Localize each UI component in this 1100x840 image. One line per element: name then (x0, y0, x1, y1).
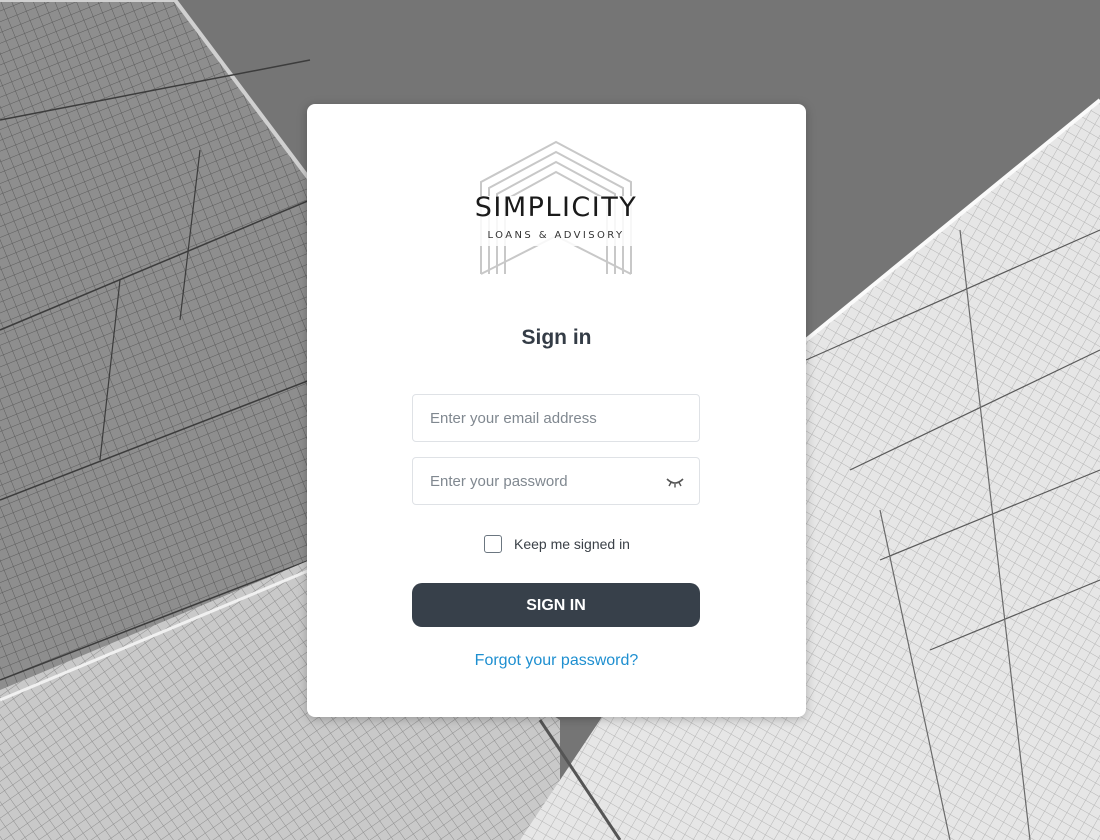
sign-in-card: SIMPLICITY LOANS & ADVISORY Sign in Keep… (307, 104, 806, 717)
sign-in-button[interactable]: SIGN IN (412, 583, 700, 627)
eye-closed-icon[interactable] (665, 473, 685, 491)
brand-logo: SIMPLICITY LOANS & ADVISORY (455, 140, 657, 280)
password-field[interactable] (413, 458, 699, 504)
email-field[interactable] (413, 395, 699, 441)
keep-signed-in: Keep me signed in (484, 534, 630, 554)
email-field-container (412, 394, 700, 442)
forgot-password-link[interactable]: Forgot your password? (307, 652, 806, 670)
password-field-container (412, 457, 700, 505)
keep-signed-in-label: Keep me signed in (514, 536, 630, 552)
brand-name: SIMPLICITY (474, 192, 638, 223)
page-title: Sign in (521, 326, 592, 349)
keep-signed-in-checkbox[interactable] (484, 535, 502, 553)
brand-tagline: LOANS & ADVISORY (487, 230, 625, 241)
